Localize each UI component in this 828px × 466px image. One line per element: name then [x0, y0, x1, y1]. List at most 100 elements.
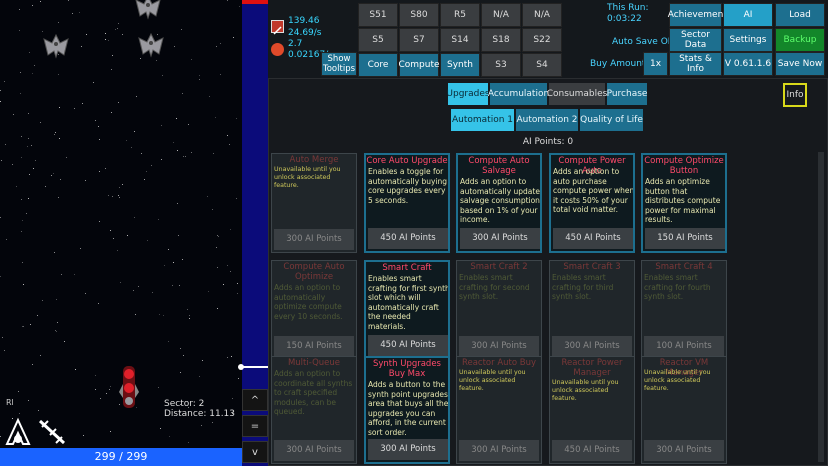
scroll-down-button[interactable]: v	[242, 441, 268, 463]
star	[188, 442, 189, 443]
star	[110, 431, 111, 432]
star	[0, 101, 1, 102]
tab-accumulation[interactable]: Accumulation	[488, 83, 549, 105]
upgrade-buy-button[interactable]: 300 AI Points	[459, 440, 539, 461]
upgrade-buy-button[interactable]: 300 AI Points	[644, 440, 724, 461]
star	[16, 186, 17, 187]
tab-purchase[interactable]: Purchase	[607, 83, 647, 105]
star	[227, 357, 228, 358]
menu-button[interactable]: =	[242, 415, 268, 437]
backup-button[interactable]: Backup	[775, 28, 825, 52]
upgrade-card[interactable]: Synth Upgrades Buy Max Adds a button to t…	[364, 356, 450, 464]
slot-s7-button[interactable]: S7	[399, 28, 439, 52]
tab-automation-2[interactable]: Automation 2	[516, 109, 578, 131]
slot-na2-button[interactable]: N/A	[522, 3, 562, 27]
stats-info-button[interactable]: Stats & Info	[669, 52, 722, 76]
upgrade-buy-button[interactable]: 450 AI Points	[552, 440, 632, 461]
slot-s18-button[interactable]: S18	[481, 28, 521, 52]
star	[147, 240, 148, 241]
star	[54, 134, 55, 135]
slot-s4-button[interactable]: S4	[522, 53, 562, 77]
info-button[interactable]: Info	[783, 83, 807, 107]
slot-s14-button[interactable]: S14	[440, 28, 480, 52]
upgrade-card[interactable]: Reactor Power Manager Unavailable until y…	[549, 356, 635, 464]
upgrade-buy-button[interactable]: 300 AI Points	[368, 439, 448, 460]
ai-button[interactable]: AI	[723, 3, 773, 27]
upgrade-card[interactable]: Multi-Queue Adds an option to coordinate …	[271, 356, 357, 464]
missile-icon[interactable]	[36, 417, 68, 447]
star	[117, 250, 118, 251]
upgrade-card[interactable]: Compute Auto Salvage Adds an option to au…	[456, 153, 542, 253]
star	[164, 265, 165, 266]
upgrade-card[interactable]: Reactor Auto Buy Unavailable until you un…	[456, 356, 542, 464]
show-tooltips-button[interactable]: Show Tooltips	[321, 52, 357, 76]
upgrade-card[interactable]: Auto Merge Unavailable until you unlock a…	[271, 153, 357, 253]
upgrade-card[interactable]: Compute Optimize Button Adds an optimize …	[641, 153, 727, 253]
upgrade-buy-button[interactable]: 100 AI Points	[644, 336, 724, 357]
compute-button[interactable]: Compute	[398, 53, 440, 77]
star	[113, 238, 114, 239]
tab-quality-of-life[interactable]: Quality of Life	[580, 109, 643, 131]
slot-na1-button[interactable]: N/A	[481, 3, 521, 27]
upgrade-buy-button[interactable]: 300 AI Points	[552, 336, 632, 357]
upgrade-card[interactable]: Smart Craft Enables smart crafting for fi…	[364, 260, 450, 360]
slot-s5-button[interactable]: S5	[358, 28, 398, 52]
load-button[interactable]: Load	[775, 3, 825, 27]
star	[217, 308, 218, 309]
upgrade-buy-button[interactable]: 300 AI Points	[459, 336, 539, 357]
star	[21, 199, 22, 200]
upgrade-description: Enables smart crafting for fourth synth …	[644, 273, 711, 301]
star	[5, 144, 6, 145]
upgrade-card[interactable]: Compute Auto Optimize Adds an option to a…	[271, 260, 357, 360]
upgrade-buy-button[interactable]: 300 AI Points	[460, 228, 540, 249]
star	[45, 186, 46, 187]
upgrade-card[interactable]: Compute Power Auto Adds an option to auto…	[549, 153, 635, 253]
upgrade-card[interactable]: Smart Craft 3 Enables smart crafting for …	[549, 260, 635, 360]
slot-s3-button[interactable]: S3	[481, 53, 521, 77]
upgrade-buy-button[interactable]: 150 AI Points	[645, 228, 725, 249]
star	[19, 9, 20, 10]
slot-s51-button[interactable]: S51	[358, 3, 398, 27]
version-button[interactable]: V 0.61.1.6	[723, 52, 773, 76]
sector-data-button[interactable]: Sector Data	[669, 28, 722, 52]
star	[215, 117, 216, 118]
ship-select-icon[interactable]	[2, 417, 34, 447]
upgrade-description: Unavailable until you unlock associated …	[644, 369, 711, 392]
scroll-up-button[interactable]: ^	[242, 389, 268, 411]
upgrade-card[interactable]: Reactor VM Manager Unavailable until you …	[641, 356, 727, 464]
upgrade-buy-button[interactable]: 300 AI Points	[274, 440, 354, 461]
settings-button[interactable]: Settings	[723, 28, 773, 52]
star	[231, 356, 232, 357]
upgrade-card[interactable]: Smart Craft 2 Enables smart crafting for …	[456, 260, 542, 360]
slot-s80-button[interactable]: S80	[399, 3, 439, 27]
star	[80, 248, 81, 249]
save-now-button[interactable]: Save Now	[775, 52, 825, 76]
tab-consumables[interactable]: Consumables	[547, 83, 607, 105]
tab-automation-1[interactable]: Automation 1	[451, 109, 514, 131]
upgrade-buy-button[interactable]: 150 AI Points	[274, 336, 354, 357]
sector-label: Sector: 2	[164, 399, 205, 409]
upgrade-description: Enables a toggle for automatically buyin…	[368, 167, 448, 205]
upgrade-buy-button[interactable]: 450 AI Points	[368, 335, 448, 356]
star	[64, 341, 65, 342]
scrollbar[interactable]	[818, 152, 824, 462]
slot-r5-button[interactable]: R5	[440, 3, 480, 27]
upgrade-buy-button[interactable]: 450 AI Points	[368, 228, 448, 249]
buy-amount-button[interactable]: 1x	[643, 52, 668, 76]
stat-income: 24.69/s	[288, 28, 322, 38]
upgrade-buy-button[interactable]: 300 AI Points	[274, 229, 354, 250]
star	[151, 165, 152, 166]
upgrade-buy-button[interactable]: 450 AI Points	[553, 228, 633, 249]
core-button[interactable]: Core	[358, 53, 398, 77]
star	[173, 262, 174, 263]
synth-button[interactable]: Synth	[440, 53, 480, 77]
upgrade-card[interactable]: Smart Craft 4 Enables smart crafting for …	[641, 260, 727, 360]
achievements-button[interactable]: Achievemen	[668, 3, 723, 27]
star	[53, 173, 54, 174]
star	[134, 131, 135, 132]
star	[98, 126, 99, 127]
slot-s22-button[interactable]: S22	[522, 28, 562, 52]
tab-upgrades[interactable]: Upgrades	[446, 83, 490, 105]
upgrade-card[interactable]: Core Auto Upgrade Enables a toggle for au…	[364, 153, 450, 253]
upgrade-description: Adds an optimize button that distributes…	[645, 177, 721, 224]
